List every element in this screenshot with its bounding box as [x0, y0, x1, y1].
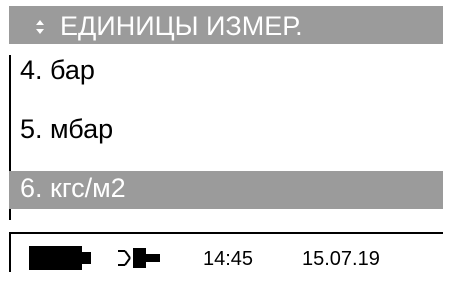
- power-plug-icon: [118, 248, 160, 268]
- menu-item-label: 5. мбар: [20, 114, 114, 144]
- menu-header: ЕДИНИЦЫ ИЗМЕР.: [9, 6, 443, 44]
- menu-item-mbar[interactable]: 5. мбар: [9, 112, 443, 150]
- status-divider: [9, 232, 443, 234]
- device-screen: ЕДИНИЦЫ ИЗМЕР. 4. бар 5. мбар 6. кгс/м2 …: [0, 0, 450, 283]
- header-title: ЕДИНИЦЫ ИЗМЕР.: [60, 11, 303, 41]
- menu-item-kgs-m2[interactable]: 6. кгс/м2: [9, 171, 443, 209]
- battery-icon: [29, 246, 91, 270]
- left-frame-line-bottom: [9, 234, 11, 272]
- menu-item-label: 4. бар: [20, 55, 95, 85]
- time-readout: 14:45: [203, 248, 254, 270]
- menu-item-label: 6. кгс/м2: [20, 173, 126, 203]
- up-down-arrows-icon: [36, 20, 44, 34]
- menu-item-bar[interactable]: 4. бар: [9, 53, 443, 91]
- date-readout: 15.07.19: [302, 248, 380, 270]
